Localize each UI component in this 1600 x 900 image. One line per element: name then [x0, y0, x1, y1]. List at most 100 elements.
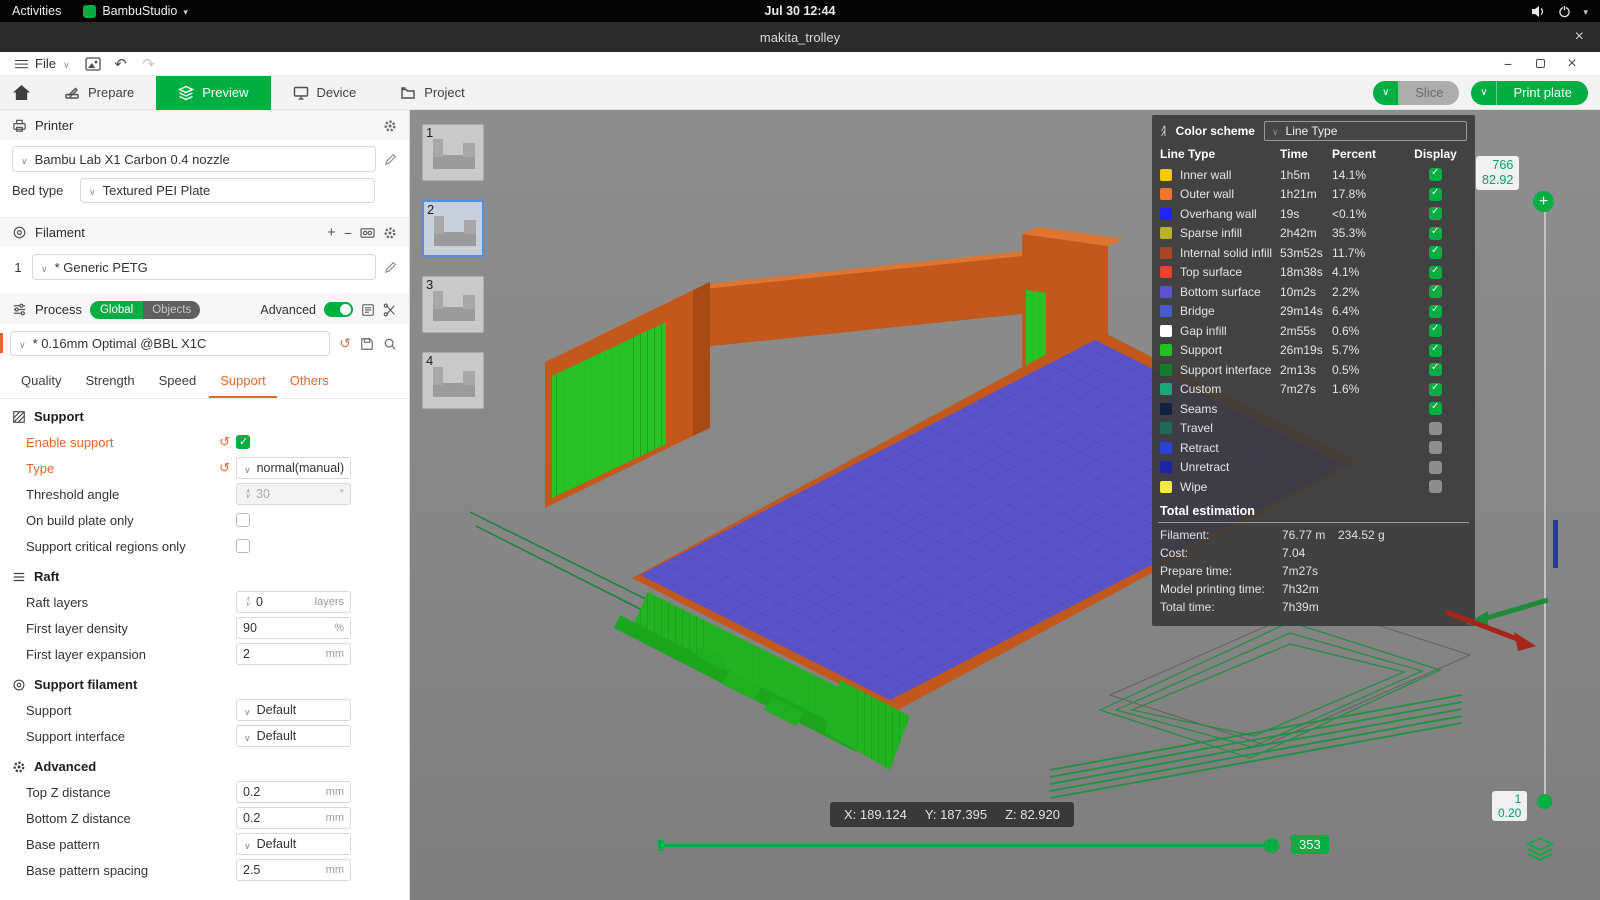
display-checkbox[interactable] [1429, 284, 1442, 299]
tab-strength[interactable]: Strength [74, 367, 145, 398]
search-settings-button[interactable] [383, 337, 397, 351]
scope-global-button[interactable]: Global [89, 300, 144, 319]
ams-sync-button[interactable] [360, 226, 375, 239]
maximize-button[interactable] [1532, 56, 1548, 72]
layers-view-icon[interactable] [1526, 836, 1554, 862]
support-critical-regions-checkbox[interactable] [236, 539, 250, 553]
save-preset-button[interactable] [360, 337, 374, 351]
display-checkbox[interactable] [1429, 226, 1442, 240]
spinner-arrows[interactable] [243, 597, 252, 607]
plate-thumbnail-1[interactable]: 1 [422, 124, 484, 181]
layer-slider-top-handle[interactable] [1533, 191, 1554, 212]
display-checkbox[interactable] [1429, 206, 1442, 221]
plate-thumbnail-3[interactable]: 3 [422, 276, 484, 333]
edit-printer-button[interactable] [384, 153, 397, 166]
scissors-icon-button[interactable] [383, 303, 397, 317]
compare-presets-button[interactable] [361, 303, 375, 317]
edit-filament-button[interactable] [384, 261, 397, 274]
printer-preset-dropdown[interactable]: Bambu Lab X1 Carbon 0.4 nozzle [12, 146, 376, 172]
base-pattern-spacing-input[interactable] [243, 863, 322, 877]
layer-slider-track[interactable] [1544, 212, 1546, 796]
project-icon [401, 86, 415, 99]
setting-label: Support critical regions only [26, 538, 186, 554]
system-clock[interactable]: Jul 30 12:44 [0, 4, 1600, 18]
reset-preset-button[interactable] [339, 335, 351, 352]
support-interface-dropdown[interactable]: Default [236, 725, 351, 747]
close-icon[interactable] [1575, 29, 1584, 45]
print-plate-split-button[interactable]: Print plate [1471, 80, 1588, 105]
tab-speed[interactable]: Speed [148, 367, 208, 398]
3d-viewport[interactable]: 1 2 3 4 Color scheme [410, 110, 1600, 900]
reset-setting-icon[interactable] [219, 460, 230, 476]
display-checkbox[interactable] [1429, 441, 1442, 455]
layer-slider-bottom-handle[interactable] [1537, 794, 1552, 809]
tab-quality[interactable]: Quality [10, 367, 72, 398]
redo-button[interactable]: ↷ [135, 53, 163, 75]
slice-split-button[interactable]: Slice [1373, 80, 1460, 105]
total-label: Cost: [1160, 545, 1189, 560]
undo-button[interactable]: ↶ [107, 53, 135, 75]
enable-support-checkbox[interactable] [236, 435, 250, 449]
setting-row: Top Z distance mm [0, 779, 409, 805]
display-checkbox[interactable] [1429, 421, 1442, 435]
tab-support[interactable]: Support [209, 367, 277, 398]
top-z-distance-input[interactable] [243, 785, 322, 799]
display-checkbox[interactable] [1429, 304, 1442, 318]
app-menu-button[interactable]: BambuStudio [73, 0, 198, 22]
color-scheme-dropdown[interactable]: Line Type [1263, 121, 1467, 141]
filament-settings-button[interactable] [383, 226, 397, 240]
tab-prepare[interactable]: Prepare [42, 76, 156, 110]
display-checkbox[interactable] [1429, 245, 1442, 260]
display-checkbox[interactable] [1429, 343, 1442, 357]
display-checkbox[interactable] [1429, 323, 1442, 338]
threshold-angle-input[interactable] [256, 487, 336, 501]
printer-settings-button[interactable] [383, 119, 397, 133]
tab-others[interactable]: Others [279, 367, 340, 398]
spinner-arrows[interactable] [243, 489, 252, 499]
print-plate-dropdown-arrow[interactable] [1471, 80, 1498, 105]
tab-device[interactable]: Device [271, 76, 379, 110]
raft-layers-input[interactable] [256, 595, 311, 609]
display-checkbox[interactable] [1429, 382, 1442, 396]
step-slider-track[interactable] [658, 844, 1273, 847]
display-checkbox[interactable] [1429, 362, 1442, 377]
add-filament-button[interactable]: + [327, 224, 336, 241]
save-project-button[interactable] [79, 53, 107, 75]
reset-setting-icon[interactable] [219, 434, 230, 450]
advanced-mode-toggle[interactable] [324, 302, 353, 317]
plate-thumbnail-2[interactable]: 2 [422, 200, 484, 257]
tab-project[interactable]: Project [378, 76, 486, 110]
display-checkbox[interactable] [1429, 265, 1442, 279]
step-slider[interactable]: 353 [658, 834, 1329, 858]
base-pattern-dropdown[interactable]: Default [236, 833, 351, 855]
bed-type-dropdown[interactable]: Textured PEI Plate [80, 178, 375, 203]
display-checkbox[interactable] [1429, 401, 1442, 416]
step-slider-handle[interactable] [1264, 838, 1279, 853]
slice-dropdown-arrow[interactable] [1373, 80, 1400, 105]
line-type-time: 19s [1280, 206, 1300, 221]
on-build-plate-only-checkbox[interactable] [236, 513, 250, 527]
tab-preview[interactable]: Preview [156, 75, 271, 110]
display-checkbox[interactable] [1429, 480, 1442, 494]
file-menu-button[interactable]: File [6, 52, 79, 76]
system-tray[interactable] [1531, 4, 1600, 18]
support-filament-dropdown[interactable]: Default [236, 699, 351, 721]
display-checkbox[interactable] [1429, 460, 1442, 474]
close-window-button[interactable] [1564, 56, 1580, 72]
first-layer-expansion-input[interactable] [243, 647, 322, 661]
minimize-button[interactable] [1500, 56, 1516, 72]
bottom-z-distance-input[interactable] [243, 811, 322, 825]
process-preset-dropdown[interactable]: * 0.16mm Optimal @BBL X1C [10, 331, 331, 356]
plate-thumbnail-4[interactable]: 4 [422, 352, 484, 409]
display-checkbox[interactable] [1429, 187, 1442, 201]
scope-objects-button[interactable]: Objects [143, 300, 201, 319]
first-layer-density-input[interactable] [243, 621, 331, 635]
display-checkbox[interactable] [1429, 167, 1442, 182]
chevron-down-icon [1583, 4, 1588, 18]
home-button[interactable] [0, 76, 42, 110]
activities-button[interactable]: Activities [0, 4, 73, 18]
filament-preset-dropdown[interactable]: * Generic PETG [32, 254, 376, 280]
remove-filament-button[interactable]: − [344, 225, 352, 241]
support-type-dropdown[interactable]: normal(manual) [236, 457, 351, 479]
collapse-panel-icon[interactable] [1160, 126, 1167, 136]
